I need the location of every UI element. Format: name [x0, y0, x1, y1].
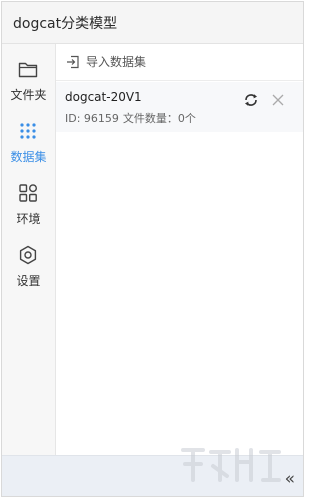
sidebar-item-label: 环境 — [16, 212, 41, 226]
sidebar-item-settings[interactable]: 设置 — [2, 234, 55, 292]
watermark-logo — [181, 448, 281, 482]
footer-bar: « — [2, 448, 303, 496]
window-title: dogcat分类模型 — [13, 16, 118, 32]
dataset-id: ID: 96159 — [65, 112, 119, 125]
dataset-name: dogcat-20V1 — [65, 90, 142, 104]
dataset-icon — [20, 123, 36, 139]
close-icon[interactable] — [270, 92, 286, 108]
sync-icon[interactable] — [243, 92, 259, 108]
sidebar-item-dataset[interactable]: 数据集 — [2, 110, 55, 168]
settings-icon — [19, 245, 37, 265]
sidebar-item-label: 数据集 — [10, 150, 47, 164]
double-chevron-left-icon[interactable]: « — [285, 469, 295, 489]
main-content: 导入数据集 dogcat-20V1 ID: 96159 文件数量：0个 — [56, 44, 303, 455]
dataset-item[interactable]: dogcat-20V1 ID: 96159 文件数量：0个 — [56, 82, 303, 132]
app-window: dogcat分类模型 文件夹 数据集 环境 设置 导入数据集 dogcat-20… — [1, 1, 304, 497]
sidebar-item-label: 设置 — [16, 274, 41, 288]
dataset-meta: ID: 96159 文件数量：0个 — [65, 110, 196, 126]
title-bar: dogcat分类模型 — [2, 2, 303, 44]
sidebar-item-folder[interactable]: 文件夹 — [2, 48, 55, 106]
import-dataset-label: 导入数据集 — [86, 55, 147, 69]
dataset-file-count: 文件数量：0个 — [122, 112, 196, 125]
sidebar-item-environment[interactable]: 环境 — [2, 172, 55, 230]
dataset-toolbar: 导入数据集 — [56, 44, 303, 81]
sidebar: 文件夹 数据集 环境 设置 — [2, 44, 56, 455]
sidebar-item-label: 文件夹 — [10, 88, 47, 102]
folder-icon — [18, 62, 38, 78]
import-icon — [67, 55, 79, 69]
environment-icon — [19, 184, 37, 202]
